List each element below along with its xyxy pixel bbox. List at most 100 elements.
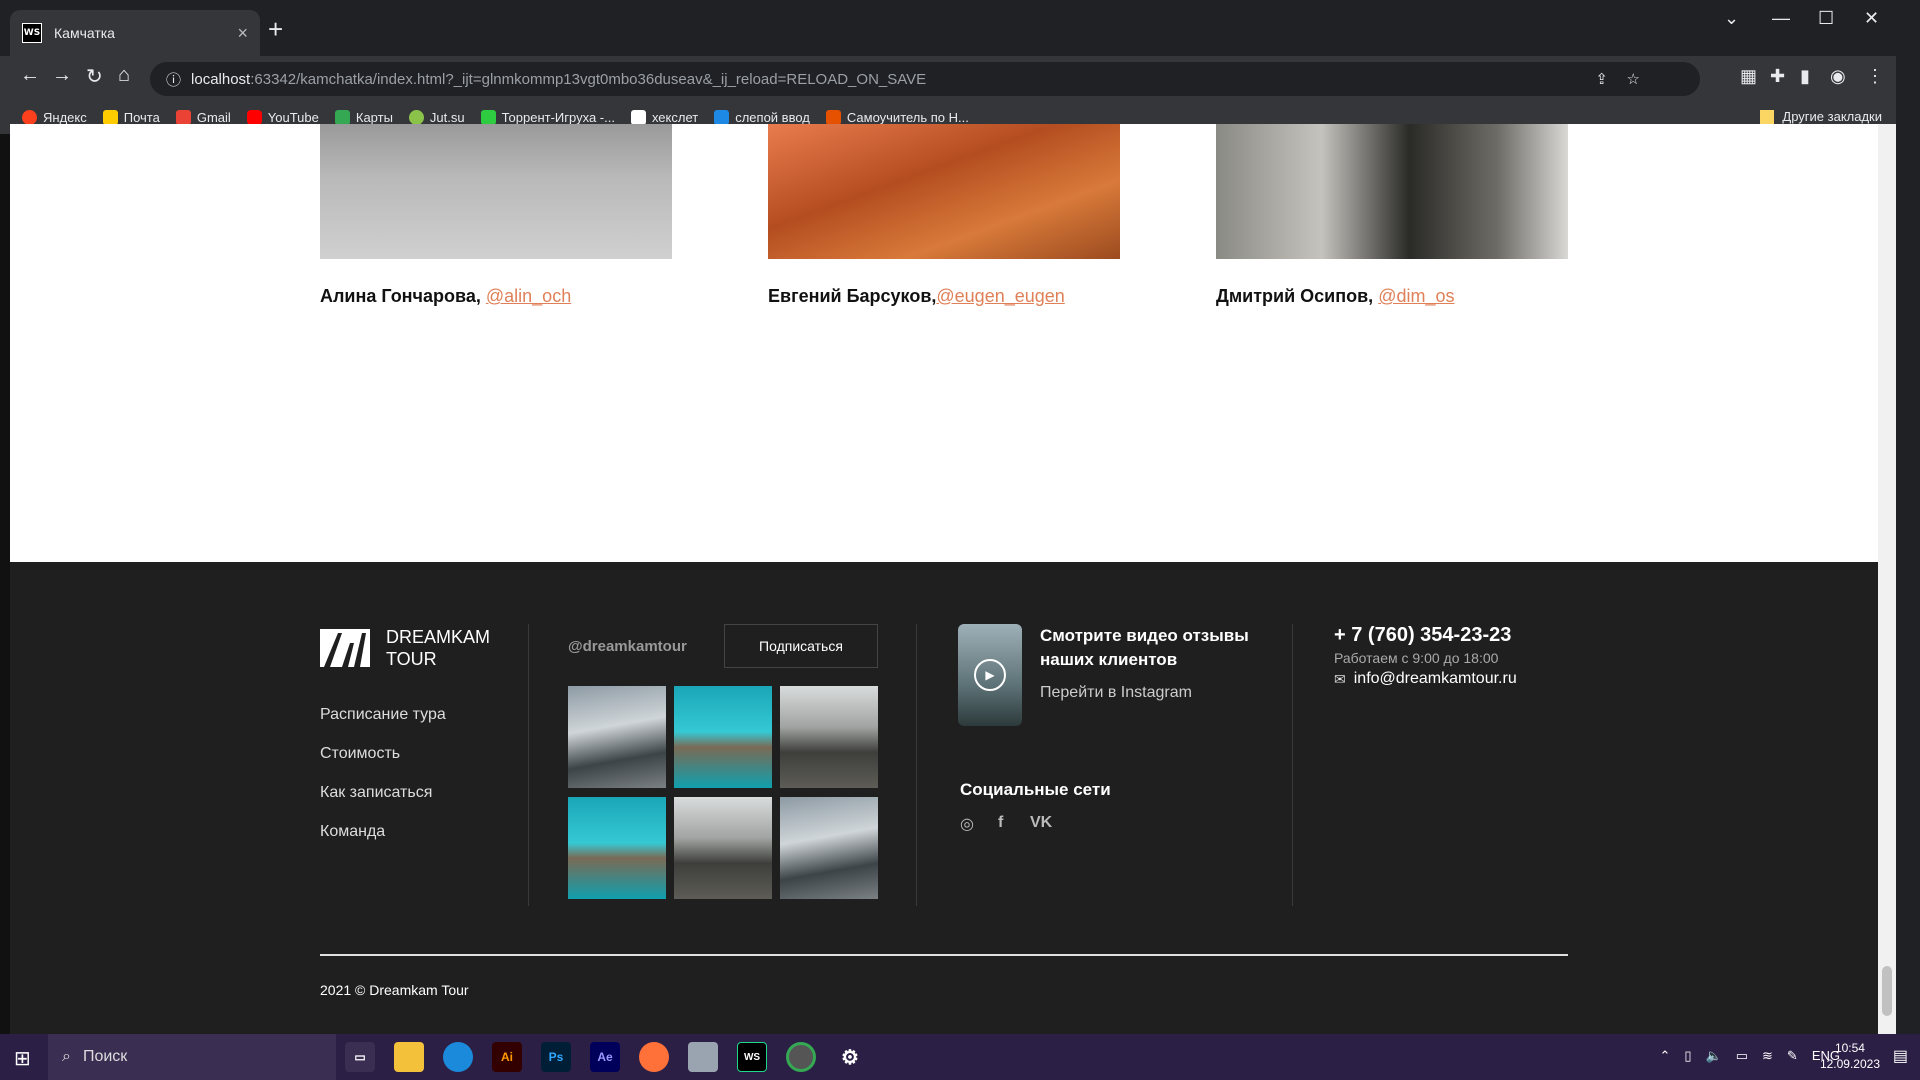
chrome-icon[interactable] (786, 1042, 816, 1072)
back-icon[interactable]: ← (20, 64, 40, 87)
notification-icon[interactable]: ▤ (1893, 1046, 1908, 1066)
side-panel-icon[interactable]: ▮ (1800, 66, 1810, 87)
other-bookmarks[interactable]: Другие закладки (1760, 109, 1882, 124)
footer-nav-price[interactable]: Стоимость (320, 745, 446, 763)
taskbar-search[interactable]: ⌕ Поиск (48, 1034, 336, 1080)
share-icon[interactable]: ⇪ (1595, 70, 1608, 88)
divider (916, 624, 917, 906)
address-bar[interactable]: ⓘ localhost :63342/kamchatka/index.html?… (150, 62, 1700, 96)
extension-icon[interactable]: ▦ (1740, 66, 1757, 87)
logo-mountain-icon (320, 629, 370, 667)
bookmark-youtube[interactable]: YouTube (246, 110, 319, 125)
bookmark-maps[interactable]: Карты (334, 110, 393, 125)
bookmark-pochta[interactable]: Почта (102, 110, 160, 125)
working-hours: Работаем с 9:00 до 18:00 (1334, 650, 1499, 666)
bookmark-gmail[interactable]: Gmail (175, 110, 231, 125)
reload-icon[interactable]: ↻ (86, 64, 103, 89)
browser-tab[interactable]: WS Камчатка × (10, 10, 260, 56)
window-edge (1896, 56, 1920, 1034)
home-icon[interactable]: ⌂ (118, 64, 130, 87)
chevron-up-icon[interactable]: ⌃ (1659, 1048, 1670, 1064)
team-photo-3 (1216, 124, 1568, 259)
instagram-photo[interactable] (674, 686, 772, 788)
maximize-icon[interactable]: ☐ (1818, 8, 1834, 29)
forward-icon[interactable]: → (52, 64, 72, 87)
envelope-icon: ✉ (1334, 670, 1346, 687)
footer-nav: Расписание тура Стоимость Как записаться… (320, 706, 446, 862)
instagram-grid (568, 686, 878, 899)
extensions-puzzle-icon[interactable]: ✚ (1770, 66, 1785, 87)
volume-icon[interactable]: 🔈 (1706, 1048, 1722, 1064)
instagram-photo[interactable] (674, 797, 772, 899)
footer-nav-schedule[interactable]: Расписание тура (320, 706, 446, 724)
device-icon[interactable]: ▯ (1684, 1048, 1691, 1064)
tab-search-icon[interactable]: ⌄ (1724, 8, 1739, 29)
instagram-icon[interactable]: ◎ (960, 814, 974, 834)
windows-start-icon[interactable]: ⊞ (14, 1046, 31, 1071)
photoshop-icon[interactable]: Ps (541, 1042, 571, 1072)
mail-icon (102, 110, 118, 125)
team-member-3: Дмитрий Осипов, @dim_os (1216, 286, 1455, 306)
team-member-2-handle[interactable]: @eugen_eugen (936, 286, 1064, 306)
bookmark-tutorial[interactable]: Самоучитель по Н... (825, 110, 969, 125)
footer-nav-team[interactable]: Команда (320, 823, 446, 841)
bookmark-touch-typing[interactable]: слепой ввод (714, 110, 810, 125)
bookmark-torrent[interactable]: Торрент-Игруха -... (480, 110, 615, 125)
close-window-icon[interactable]: ✕ (1864, 8, 1879, 29)
social-title: Социальные сети (960, 780, 1111, 799)
vk-icon[interactable]: VK (1030, 814, 1052, 832)
logo-text-line2: TOUR (386, 649, 437, 669)
subscribe-button[interactable]: Подписаться (724, 624, 878, 668)
jutsu-icon (408, 110, 424, 125)
page-scrollbar[interactable] (1878, 124, 1896, 1034)
team-photo-2 (768, 124, 1120, 259)
scrollbar-thumb[interactable] (1882, 966, 1892, 1016)
bookmark-yandex[interactable]: Яндекс (22, 110, 87, 125)
footer-nav-signup[interactable]: Как записаться (320, 784, 446, 802)
minimize-icon[interactable]: — (1772, 8, 1790, 29)
after-effects-icon[interactable]: Ae (590, 1042, 620, 1072)
settings-gear-icon[interactable]: ⚙ (835, 1042, 865, 1072)
team-member-3-handle[interactable]: @dim_os (1378, 286, 1454, 306)
contact-phone[interactable]: + 7 (760) 354-23-23 (1334, 624, 1511, 647)
illustrator-icon[interactable]: Ai (492, 1042, 522, 1072)
new-tab-icon[interactable]: + (268, 14, 283, 45)
battery-icon[interactable]: ▭ (1736, 1048, 1748, 1064)
video-reviews-thumbnail[interactable]: ▶ (958, 624, 1022, 726)
hexlet-icon (630, 110, 646, 125)
menu-icon[interactable]: ⋮ (1866, 66, 1884, 87)
instagram-photo[interactable] (568, 686, 666, 788)
page-viewport: Алина Гончарова, @alin_och Евгений Барсу… (10, 124, 1878, 1034)
copyright: 2021 © Dreamkam Tour (320, 982, 469, 998)
instagram-photo[interactable] (780, 686, 878, 788)
profile-avatar-icon[interactable]: ◉ (1830, 66, 1846, 87)
wifi-icon[interactable]: ≋ (1762, 1048, 1773, 1064)
url-host: localhost (191, 70, 251, 88)
date: 12.09.2023 (1819, 1057, 1880, 1071)
close-tab-icon[interactable]: × (237, 23, 248, 44)
facebook-icon[interactable]: f (998, 814, 1003, 832)
team-member-1-handle[interactable]: @alin_och (486, 286, 571, 306)
clock[interactable]: 10:54 12.09.2023 (1820, 1040, 1880, 1072)
firefox-icon[interactable] (639, 1042, 669, 1072)
bookmark-hexlet[interactable]: хекслет (630, 110, 698, 125)
task-view-icon[interactable]: ▭ (345, 1042, 375, 1072)
instagram-photo[interactable] (780, 797, 878, 899)
maps-icon (334, 110, 350, 125)
instagram-link[interactable]: Перейти в Instagram (1040, 684, 1192, 702)
webstorm-icon[interactable]: WS (737, 1042, 767, 1072)
footer-logo[interactable]: DREAMKAM TOUR (320, 626, 490, 670)
bookmark-star-icon[interactable]: ☆ (1627, 70, 1640, 88)
instagram-handle[interactable]: @dreamkamtour (568, 638, 687, 655)
contact-email[interactable]: ✉ info@dreamkamtour.ru (1334, 670, 1517, 688)
bookmark-jutsu[interactable]: Jut.su (408, 110, 465, 125)
pen-icon[interactable]: ✎ (1787, 1048, 1798, 1064)
search-icon: ⌕ (62, 1048, 71, 1065)
app-icon[interactable] (688, 1042, 718, 1072)
play-icon: ▶ (974, 659, 1006, 691)
instagram-photo[interactable] (568, 797, 666, 899)
time: 10:54 (1834, 1041, 1865, 1055)
file-explorer-icon[interactable] (394, 1042, 424, 1072)
site-info-icon[interactable]: ⓘ (166, 69, 181, 90)
edge-icon[interactable] (443, 1042, 473, 1072)
